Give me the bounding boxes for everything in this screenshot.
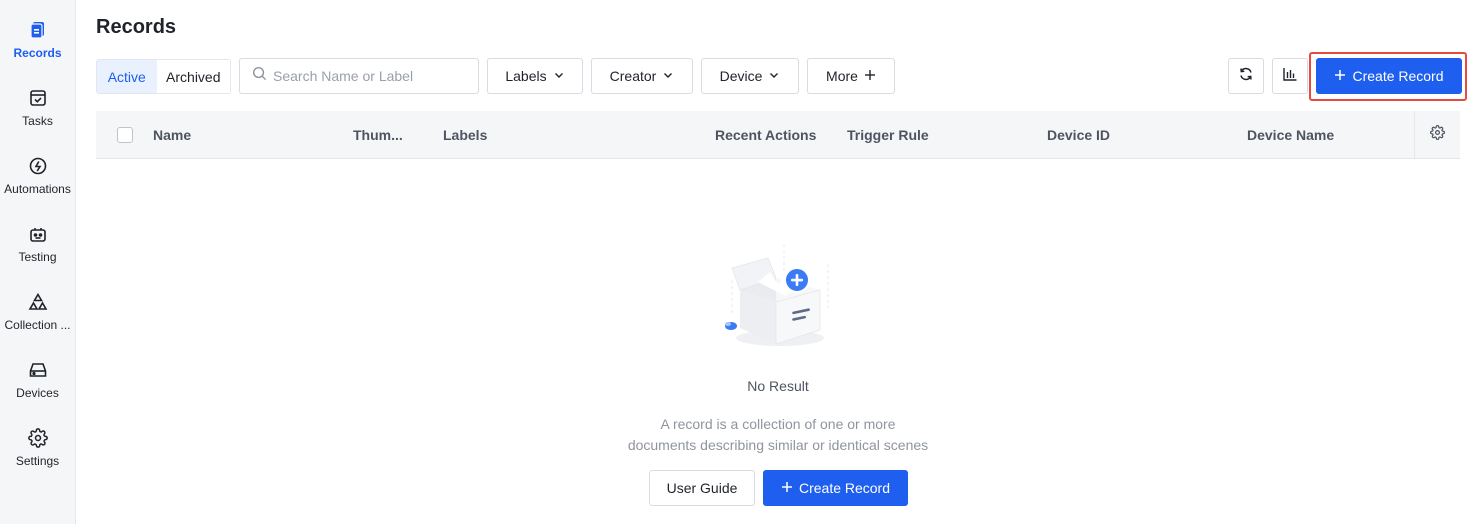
labels-filter-label: Labels bbox=[505, 68, 547, 84]
labels-filter[interactable]: Labels bbox=[487, 58, 583, 94]
more-filters-button[interactable]: More bbox=[807, 58, 895, 94]
table-header: Name Thum... Labels Recent Actions Trigg… bbox=[96, 111, 1460, 159]
column-header-thumbnail[interactable]: Thum... bbox=[353, 111, 403, 159]
sidebar-item-automations[interactable]: Automations bbox=[0, 150, 75, 210]
empty-state-description-line: documents describing similar or identica… bbox=[627, 437, 929, 453]
empty-state-description-line: A record is a collection of one or more bbox=[660, 416, 896, 432]
tab-active[interactable]: Active bbox=[97, 60, 157, 93]
status-tabs: Active Archived bbox=[96, 59, 231, 94]
statistics-button[interactable] bbox=[1272, 58, 1308, 94]
automations-icon bbox=[26, 154, 50, 178]
collection-icon bbox=[26, 290, 50, 314]
sidebar-item-label: Tasks bbox=[22, 114, 53, 128]
app-root: Records Tasks Automations Testing Collec… bbox=[0, 0, 1480, 524]
refresh-icon bbox=[1238, 66, 1254, 87]
column-header-trigger-rule[interactable]: Trigger Rule bbox=[847, 111, 929, 159]
settings-icon bbox=[26, 426, 50, 450]
chevron-down-icon bbox=[662, 68, 674, 84]
search-icon bbox=[252, 66, 267, 86]
empty-box-illustration bbox=[718, 242, 836, 350]
column-header-labels[interactable]: Labels bbox=[443, 111, 487, 159]
empty-state-description: A record is a collection of one or more … bbox=[578, 414, 978, 456]
sidebar-item-collection[interactable]: Collection ... bbox=[0, 286, 75, 346]
search-box bbox=[239, 58, 479, 94]
bar-chart-icon bbox=[1282, 66, 1298, 87]
device-filter-label: Device bbox=[719, 68, 763, 84]
plus-icon bbox=[781, 480, 793, 496]
user-guide-button[interactable]: User Guide bbox=[649, 470, 755, 506]
chevron-down-icon bbox=[768, 68, 780, 84]
create-record-label: Create Record bbox=[1352, 68, 1444, 84]
search-input[interactable] bbox=[273, 68, 463, 84]
sidebar-item-label: Collection ... bbox=[4, 318, 71, 332]
refresh-button[interactable] bbox=[1228, 58, 1264, 94]
sidebar-item-label: Records bbox=[13, 46, 62, 60]
plus-icon bbox=[864, 68, 876, 84]
column-header-name[interactable]: Name bbox=[153, 111, 191, 159]
records-icon bbox=[26, 18, 50, 42]
device-filter[interactable]: Device bbox=[701, 58, 799, 94]
chevron-down-icon bbox=[553, 68, 565, 84]
plus-icon bbox=[1334, 68, 1346, 84]
column-header-recent-actions[interactable]: Recent Actions bbox=[715, 111, 816, 159]
sidebar-item-records[interactable]: Records bbox=[0, 14, 75, 74]
empty-create-record-button[interactable]: Create Record bbox=[763, 470, 908, 506]
tab-archived[interactable]: Archived bbox=[156, 60, 230, 93]
testing-icon bbox=[26, 222, 50, 246]
column-settings-button[interactable] bbox=[1414, 111, 1460, 159]
column-header-device-name[interactable]: Device Name bbox=[1247, 111, 1334, 159]
gear-icon bbox=[1430, 125, 1445, 145]
sidebar-item-settings[interactable]: Settings bbox=[0, 422, 75, 482]
create-record-button[interactable]: Create Record bbox=[1316, 58, 1462, 94]
sidebar-item-testing[interactable]: Testing bbox=[0, 218, 75, 278]
column-header-device-id[interactable]: Device ID bbox=[1047, 111, 1110, 159]
empty-create-record-label: Create Record bbox=[798, 480, 891, 496]
sidebar-item-devices[interactable]: Devices bbox=[0, 354, 75, 414]
sidebar-item-label: Testing bbox=[18, 250, 57, 264]
page-title: Records bbox=[96, 16, 177, 38]
select-all-checkbox[interactable] bbox=[117, 127, 133, 143]
sidebar-item-label: Settings bbox=[15, 454, 60, 468]
creator-filter-label: Creator bbox=[609, 68, 657, 84]
creator-filter[interactable]: Creator bbox=[591, 58, 693, 94]
sidebar-item-tasks[interactable]: Tasks bbox=[0, 82, 75, 142]
sidebar: Records Tasks Automations Testing Collec… bbox=[0, 0, 76, 524]
devices-icon bbox=[26, 358, 50, 382]
tasks-icon bbox=[26, 86, 50, 110]
sidebar-item-label: Devices bbox=[16, 386, 59, 400]
sidebar-item-label: Automations bbox=[4, 182, 71, 196]
empty-state-title: No Result bbox=[747, 378, 809, 394]
more-filters-label: More bbox=[826, 68, 858, 84]
